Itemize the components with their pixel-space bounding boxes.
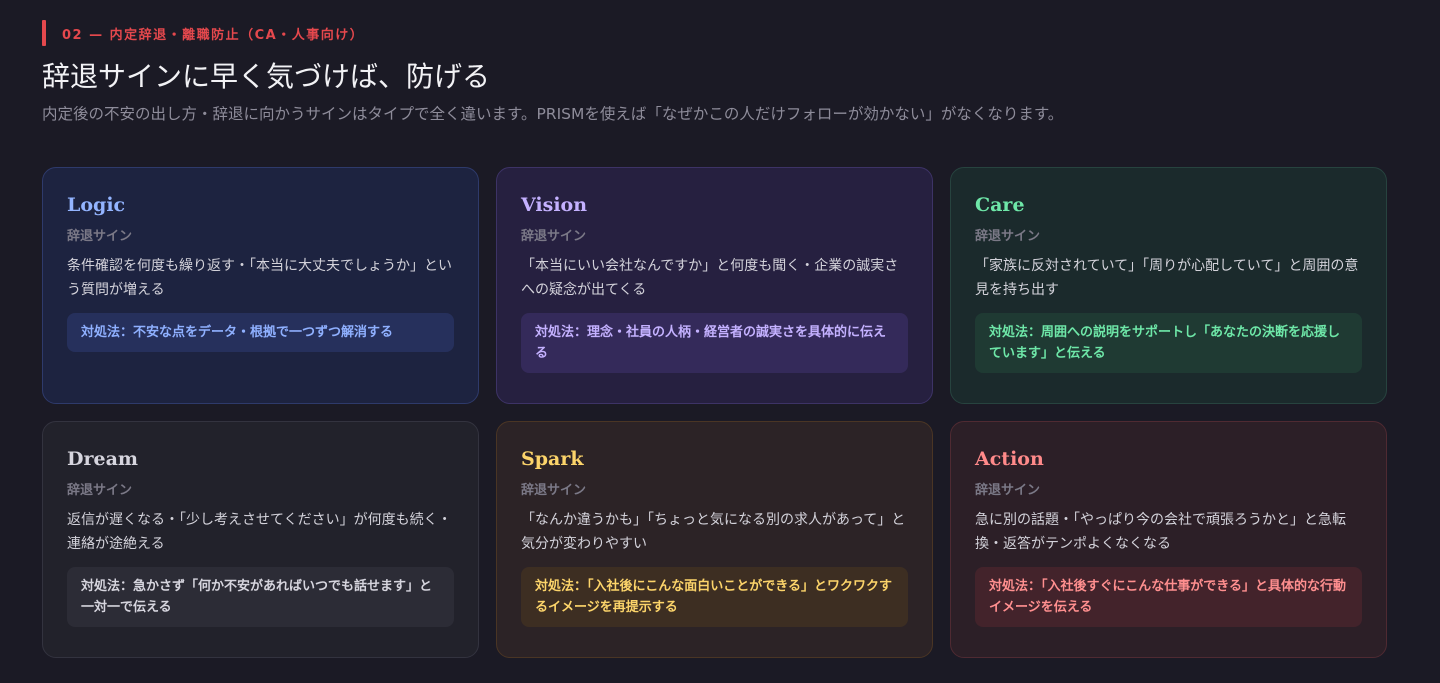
fix-label: 対処法：	[81, 325, 134, 340]
card-vision: Vision 辞退サイン 「本当にいい会社なんですか」と何度も聞く・企業の誠実さ…	[496, 167, 933, 404]
card-type-name: Care	[975, 194, 1025, 216]
card-sign-description: 条件確認を何度も繰り返す・「本当に大丈夫でしょうか」という質問が増える	[67, 258, 452, 298]
card-fix-box: 対処法：「入社後にこんな面白いことができる」とワクワクするイメージを再提示する	[521, 567, 908, 627]
card-sign-label: 辞退サイン	[521, 229, 587, 244]
fix-text: 理念・社員の人柄・経営者の誠実さを具体的に伝える	[535, 325, 887, 361]
card-sign-label: 辞退サイン	[975, 483, 1041, 498]
card-sign-description: 「なんか違うかも」「ちょっと気になる別の求人があって」と気分が変わりやすい	[521, 512, 906, 552]
card-type-name: Vision	[521, 194, 588, 216]
card-sign-description: 返信が遅くなる・「少し考えさせてください」が何度も続く・連絡が途絶える	[67, 512, 452, 552]
card-fix-box: 対処法：理念・社員の人柄・経営者の誠実さを具体的に伝える	[521, 313, 908, 373]
card-dream: Dream 辞退サイン 返信が遅くなる・「少し考えさせてください」が何度も続く・…	[42, 421, 479, 658]
card-type-name: Logic	[67, 194, 126, 216]
card-sign-label: 辞退サイン	[67, 483, 133, 498]
type-card-grid: Logic 辞退サイン 条件確認を何度も繰り返す・「本当に大丈夫でしょうか」とい…	[42, 167, 1387, 658]
fix-text: 周囲への説明をサポートし「あなたの決断を応援しています」と伝える	[989, 325, 1341, 361]
card-type-name: Action	[975, 448, 1044, 470]
fix-text: 不安な点をデータ・根拠で一つずつ解消する	[133, 325, 394, 340]
card-fix-box: 対処法：不安な点をデータ・根拠で一つずつ解消する	[67, 313, 454, 352]
page-title: 辞退サインに早く気づけば、防げる	[42, 60, 491, 93]
eyebrow-accent-bar	[42, 20, 46, 46]
fix-text: 「入社後にこんな面白いことができる」とワクワクするイメージを再提示する	[535, 579, 892, 615]
fix-label: 対処法：	[535, 325, 588, 340]
fix-label: 対処法：	[535, 579, 588, 594]
eyebrow-label: 02 — 内定辞退・離職防止（CA・人事向け）	[62, 27, 365, 43]
card-sign-label: 辞退サイン	[67, 229, 133, 244]
card-sign-description: 「家族に反対されていて」「周りが心配していて」と周囲の意見を持ち出す	[975, 258, 1359, 298]
page-subtitle: 内定後の不安の出し方・辞退に向かうサインはタイプで全く違います。PRISMを使え…	[42, 105, 1064, 123]
card-sign-description: 「本当にいい会社なんですか」と何度も聞く・企業の誠実さへの疑念が出てくる	[521, 258, 899, 298]
fix-text: 急かさず「何か不安があればいつでも話せます」と一対一で伝える	[81, 579, 433, 615]
card-action: Action 辞退サイン 急に別の話題・「やっぱり今の会社で頑張ろうかと」と急転…	[950, 421, 1387, 658]
card-logic: Logic 辞退サイン 条件確認を何度も繰り返す・「本当に大丈夫でしょうか」とい…	[42, 167, 479, 404]
page: 02 — 内定辞退・離職防止（CA・人事向け） 辞退サインに早く気づけば、防げる…	[0, 0, 1440, 683]
card-care: Care 辞退サイン 「家族に反対されていて」「周りが心配していて」と周囲の意見…	[950, 167, 1387, 404]
section-eyebrow: 02 — 内定辞退・離職防止（CA・人事向け）	[42, 20, 1387, 46]
card-sign-description: 急に別の話題・「やっぱり今の会社で頑張ろうかと」と急転換・返答がテンポよくなくな…	[975, 512, 1346, 552]
fix-text: 「入社後すぐにこんな仕事ができる」と具体的な行動イメージを伝える	[989, 579, 1346, 615]
card-sign-label: 辞退サイン	[975, 229, 1041, 244]
card-fix-box: 対処法：急かさず「何か不安があればいつでも話せます」と一対一で伝える	[67, 567, 454, 627]
card-type-name: Dream	[67, 448, 138, 470]
fix-label: 対処法：	[81, 579, 134, 594]
card-fix-box: 対処法：「入社後すぐにこんな仕事ができる」と具体的な行動イメージを伝える	[975, 567, 1362, 627]
card-type-name: Spark	[521, 448, 584, 470]
fix-label: 対処法：	[989, 579, 1042, 594]
card-fix-box: 対処法：周囲への説明をサポートし「あなたの決断を応援しています」と伝える	[975, 313, 1362, 373]
fix-label: 対処法：	[989, 325, 1042, 340]
card-sign-label: 辞退サイン	[521, 483, 587, 498]
card-spark: Spark 辞退サイン 「なんか違うかも」「ちょっと気になる別の求人があって」と…	[496, 421, 933, 658]
